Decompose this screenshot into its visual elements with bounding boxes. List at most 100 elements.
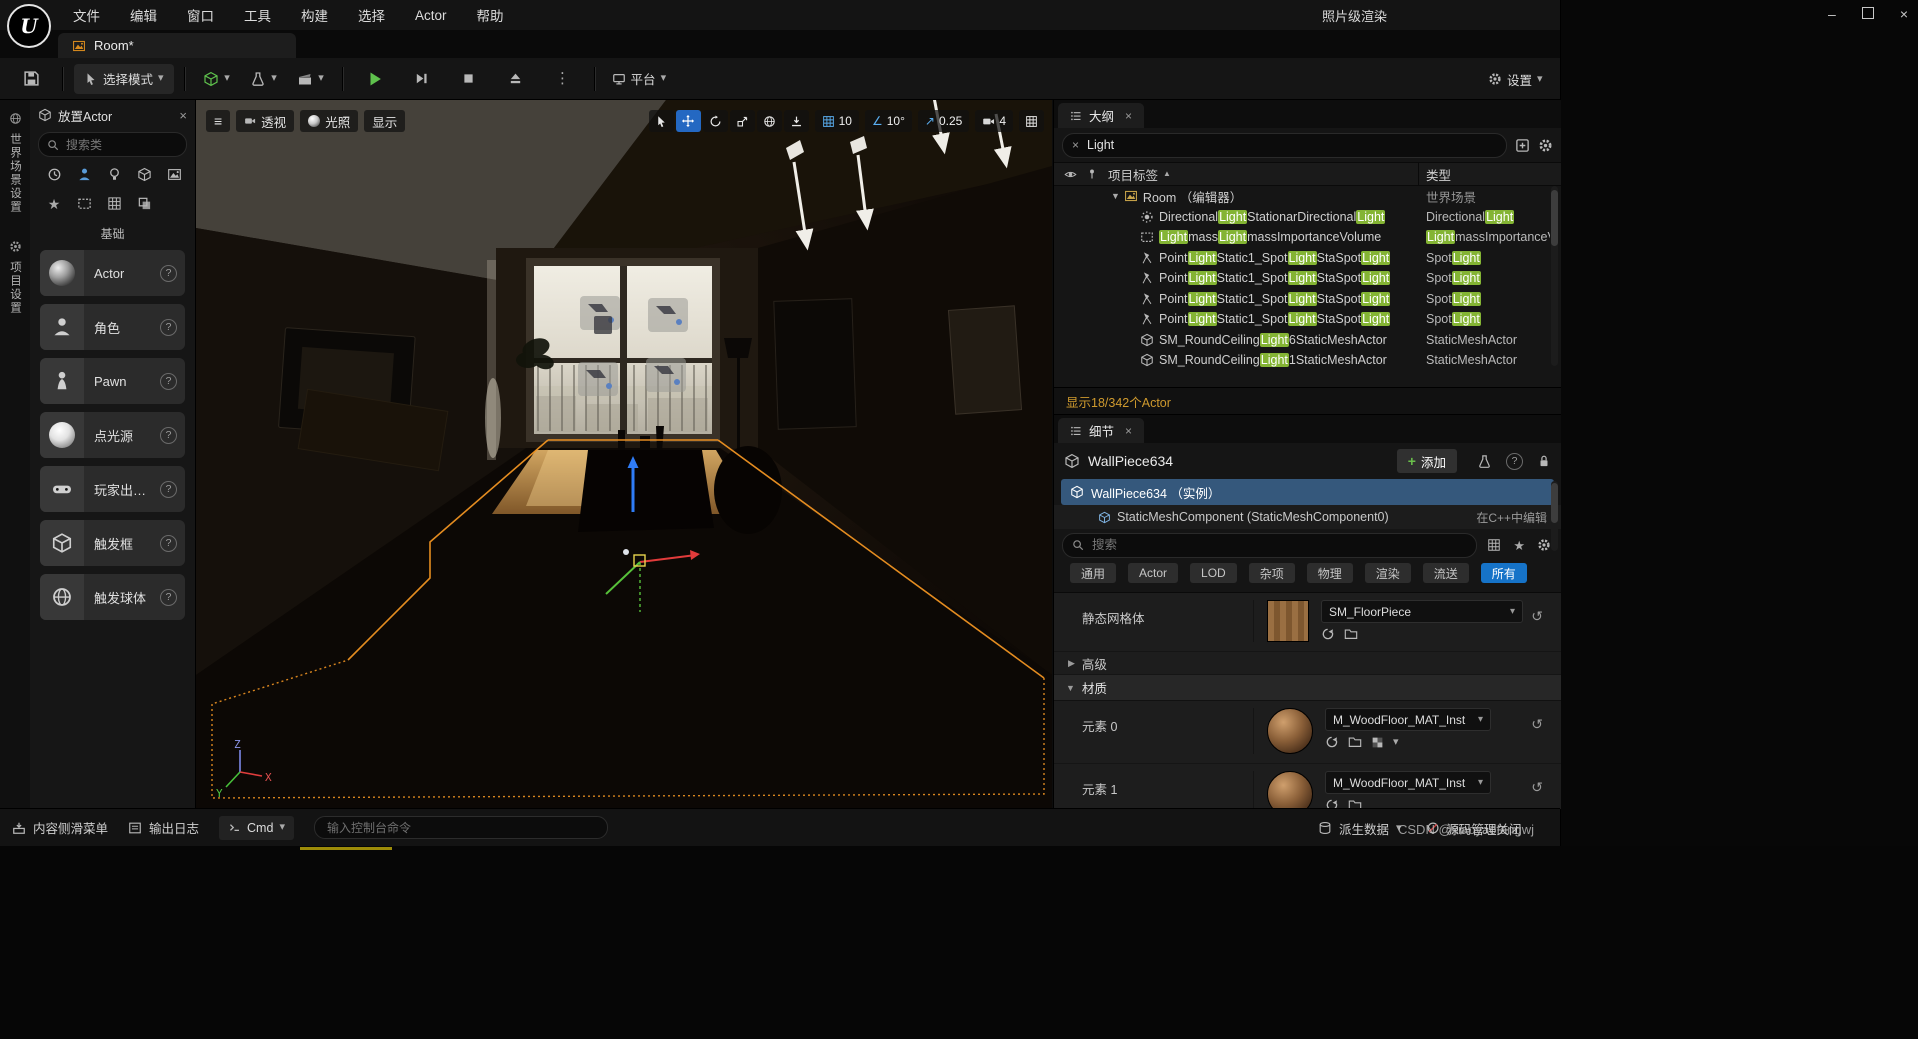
collapsed-drawer-indicator[interactable]: [300, 847, 392, 850]
menu-edit[interactable]: 编辑: [115, 5, 172, 25]
pin-column-icon[interactable]: [1086, 168, 1098, 180]
outliner-row[interactable]: PointLightStatic1_SpotLightStaSpotLightS…: [1054, 268, 1561, 289]
place-item-sphere-trigger[interactable]: 触发球体 ?: [40, 574, 185, 620]
expand-arrow-icon[interactable]: ▼: [1111, 192, 1120, 201]
outliner-row[interactable]: SM_RoundCeilingLight1StaticMeshActorStat…: [1054, 350, 1561, 371]
materials-section-header[interactable]: ▼ 材质: [1054, 675, 1561, 701]
perspective-dropdown[interactable]: 透视: [236, 110, 294, 132]
output-log-button[interactable]: 输出日志: [128, 818, 199, 837]
play-button[interactable]: [354, 64, 396, 94]
photoreal-render-label[interactable]: 照片级渲染: [1322, 0, 1387, 30]
select-mode-dropdown[interactable]: 选择模式 ▾: [74, 64, 174, 94]
material-dropdown[interactable]: M_WoodFloor_MAT_Inst ▾: [1325, 708, 1491, 731]
grid-snap-control[interactable]: 10: [815, 110, 859, 132]
menu-file[interactable]: 文件: [58, 5, 115, 25]
move-tool-button[interactable]: [676, 110, 701, 132]
close-icon[interactable]: ×: [179, 108, 187, 123]
browse-to-asset-icon[interactable]: [1348, 735, 1362, 749]
close-icon[interactable]: ×: [1125, 424, 1132, 438]
recent-level-icon[interactable]: [162, 163, 186, 186]
level-tab-room[interactable]: Room*: [58, 33, 296, 58]
viewport-layout-button[interactable]: [1019, 110, 1044, 132]
camera-speed-control[interactable]: 4: [975, 110, 1013, 132]
filter-rendering[interactable]: 渲染: [1365, 563, 1411, 583]
menu-window[interactable]: 窗口: [172, 5, 229, 25]
outliner-row[interactable]: PointLightStatic1_SpotLightStaSpotLightS…: [1054, 289, 1561, 310]
help-icon[interactable]: ?: [1506, 453, 1523, 470]
world-settings-tab[interactable]: 世界场景设置: [7, 133, 23, 214]
recent-light-icon[interactable]: [102, 163, 126, 186]
derived-data-button[interactable]: 派生数据 ▾: [1318, 819, 1402, 838]
add-component-button[interactable]: + 添加: [1397, 449, 1457, 473]
instance-row[interactable]: WallPiece634 （实例）: [1061, 479, 1554, 505]
details-search-input[interactable]: [1090, 537, 1467, 553]
clear-search-icon[interactable]: ×: [1072, 138, 1079, 152]
menu-select[interactable]: 选择: [343, 5, 400, 25]
close-icon[interactable]: ×: [1125, 109, 1132, 123]
viewport[interactable]: Z X Y ≡ 透视 光照 显示: [196, 100, 1052, 808]
outliner-settings-icon[interactable]: [1538, 138, 1553, 153]
surface-snap-toggle[interactable]: [784, 110, 809, 132]
scale-snap-control[interactable]: ↗ 0.25: [918, 110, 969, 132]
details-search[interactable]: [1062, 533, 1477, 558]
menu-build[interactable]: 构建: [286, 5, 343, 25]
outliner-row[interactable]: DirectionalLightStationarDirectionalLigh…: [1054, 207, 1561, 228]
material-thumbnail[interactable]: [1267, 771, 1313, 809]
edit-blueprint-icon[interactable]: [1477, 454, 1492, 469]
recent-character-icon[interactable]: [72, 163, 96, 186]
place-item-player-start[interactable]: 玩家出生点 ?: [40, 466, 185, 512]
help-icon[interactable]: ?: [160, 373, 177, 390]
show-dropdown[interactable]: 显示: [364, 110, 405, 132]
world-local-toggle[interactable]: [757, 110, 782, 132]
filter-all[interactable]: 所有: [1481, 563, 1527, 583]
favorites-icon[interactable]: ★: [1513, 539, 1525, 552]
viewport-menu-button[interactable]: ≡: [206, 110, 230, 132]
cinematics-dropdown[interactable]: ▾: [290, 64, 332, 94]
help-icon[interactable]: ?: [160, 265, 177, 282]
recent-volume-icon[interactable]: [72, 192, 96, 215]
place-item-point-light[interactable]: 点光源 ?: [40, 412, 185, 458]
lit-mode-dropdown[interactable]: 光照: [300, 110, 358, 132]
outliner-search[interactable]: ×: [1062, 133, 1507, 158]
advanced-section[interactable]: ▶ 高级: [1054, 652, 1561, 675]
placement-search-input[interactable]: [64, 137, 178, 153]
outliner-row[interactable]: PointLightStatic1_SpotLightStaSpotLightS…: [1054, 248, 1561, 269]
recent-clock-icon[interactable]: [42, 163, 66, 186]
filter-misc[interactable]: 杂项: [1249, 563, 1295, 583]
outliner-row[interactable]: PointLightStatic1_SpotLightStaSpotLightS…: [1054, 309, 1561, 330]
lock-icon[interactable]: [1537, 454, 1551, 468]
filter-actor[interactable]: Actor: [1128, 563, 1178, 583]
world-settings-icon[interactable]: [9, 112, 22, 125]
blueprints-dropdown[interactable]: ▾: [243, 64, 285, 94]
close-button[interactable]: ×: [1900, 6, 1908, 22]
help-icon[interactable]: ?: [160, 589, 177, 606]
save-button[interactable]: [10, 64, 52, 94]
place-item-box-trigger[interactable]: 触发框 ?: [40, 520, 185, 566]
filter-physics[interactable]: 物理: [1307, 563, 1353, 583]
select-tool-button[interactable]: [649, 110, 674, 132]
use-selected-asset-icon[interactable]: [1321, 627, 1335, 641]
outliner-row[interactable]: LightmassLightmassImportanceVolumeLightm…: [1054, 227, 1561, 248]
more-options-icon[interactable]: ▾: [1393, 737, 1399, 748]
project-settings-tab[interactable]: 项目设置: [7, 261, 23, 315]
help-icon[interactable]: ?: [160, 319, 177, 336]
static-mesh-dropdown[interactable]: SM_FloorPiece ▾: [1321, 600, 1523, 623]
tab-outliner[interactable]: 大纲 ×: [1058, 103, 1144, 128]
minimize-button[interactable]: –: [1828, 6, 1836, 22]
menu-actor[interactable]: Actor: [400, 8, 462, 23]
item-label-column[interactable]: 项目标签 ▲: [1108, 165, 1171, 184]
place-item-pawn[interactable]: Pawn ?: [40, 358, 185, 404]
recent-layers-icon[interactable]: [132, 192, 156, 215]
place-item-character[interactable]: 角色 ?: [40, 304, 185, 350]
material-thumbnail[interactable]: [1267, 708, 1313, 754]
platforms-dropdown[interactable]: 平台 ▾: [606, 64, 673, 94]
place-item-actor[interactable]: Actor ?: [40, 250, 185, 296]
stop-button[interactable]: [448, 64, 490, 94]
content-drawer-button[interactable]: 内容侧滑菜单: [12, 818, 108, 837]
play-options-kebab[interactable]: ⋮: [542, 64, 584, 94]
details-settings-icon[interactable]: [1537, 538, 1551, 552]
menu-tools[interactable]: 工具: [229, 5, 286, 25]
material-dropdown[interactable]: M_WoodFloor_MAT_Inst ▾: [1325, 771, 1491, 794]
viewport-scene[interactable]: Z X Y: [196, 100, 1052, 808]
project-settings-icon[interactable]: [9, 240, 22, 253]
